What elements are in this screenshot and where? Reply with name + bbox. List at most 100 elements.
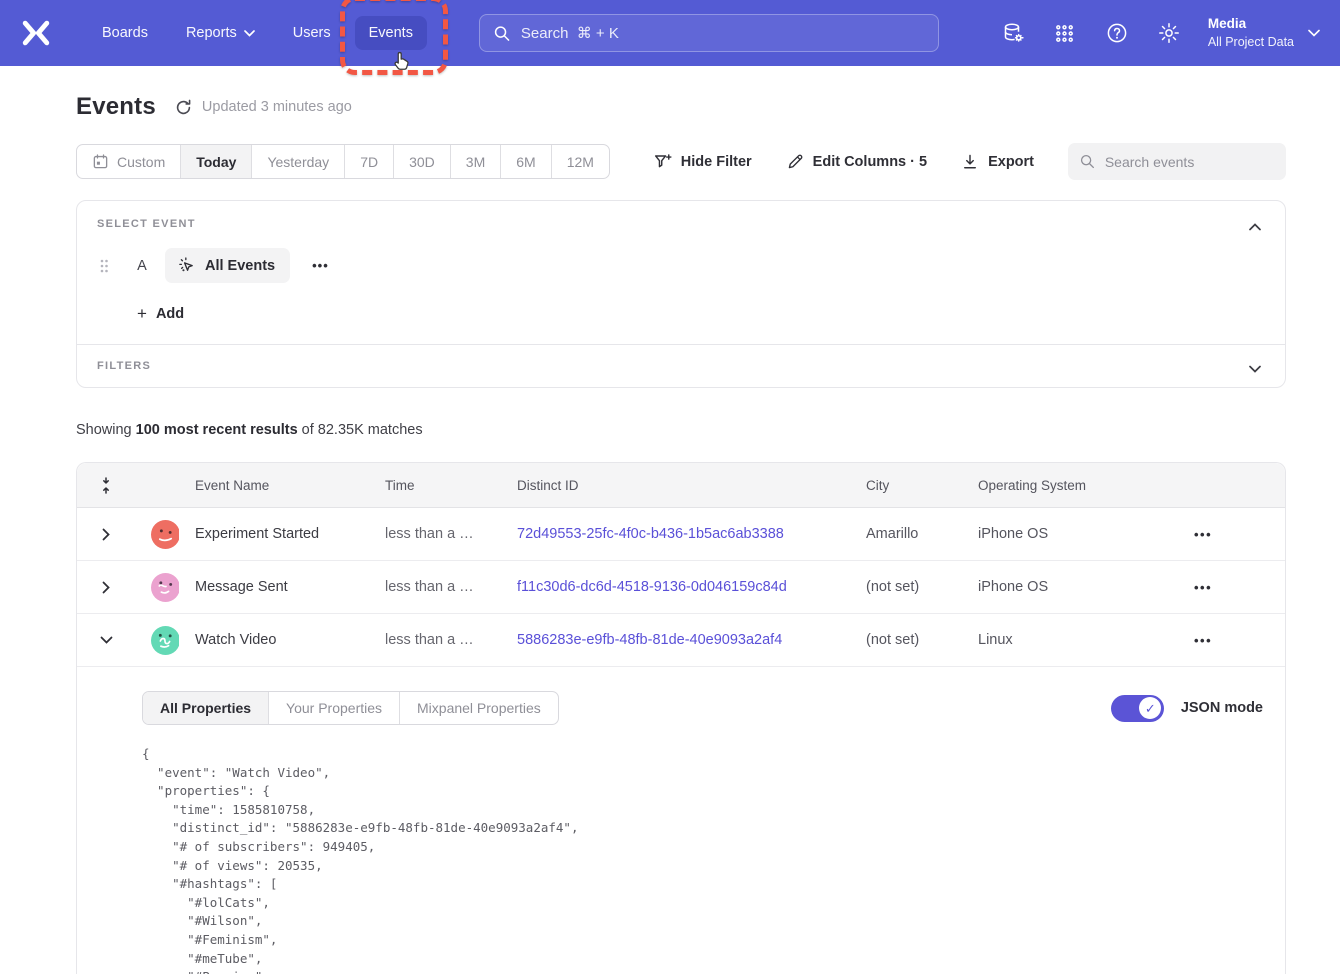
- search-events-input[interactable]: [1105, 154, 1274, 170]
- query-builder-card: SELECT EVENT A: [76, 200, 1286, 388]
- search-events-box[interactable]: [1068, 143, 1286, 180]
- os-cell: iPhone OS: [962, 526, 1176, 542]
- summary-suffix: of 82.35K matches: [298, 422, 423, 438]
- add-event-button[interactable]: + Add: [137, 305, 184, 322]
- filters-section[interactable]: FILTERS: [77, 345, 1285, 387]
- add-event-label: Add: [156, 306, 184, 322]
- time-cell: less than a min...: [369, 526, 501, 542]
- global-search[interactable]: [479, 14, 939, 52]
- col-os: Operating System: [962, 478, 1176, 493]
- event-avatar: [135, 626, 179, 655]
- table-row[interactable]: Experiment Started less than a min... 72…: [77, 508, 1285, 561]
- properties-tabs: All Properties Your Properties Mixpanel …: [142, 691, 559, 725]
- date-range-7d[interactable]: 7D: [345, 145, 394, 178]
- table-header: Event Name Time Distinct ID City Operati…: [77, 463, 1285, 508]
- export-button[interactable]: Export: [961, 153, 1034, 171]
- time-cell: less than a min...: [369, 579, 501, 595]
- table-row-expanded[interactable]: Watch Video less than a min... 5886283e-…: [77, 614, 1285, 667]
- event-selector-button[interactable]: All Events: [165, 248, 290, 283]
- col-distinct-id: Distinct ID: [501, 478, 850, 493]
- events-table: Event Name Time Distinct ID City Operati…: [76, 462, 1286, 974]
- select-event-section: SELECT EVENT A: [77, 201, 1285, 344]
- date-range-custom-label: Custom: [117, 154, 165, 170]
- collapse-section-button[interactable]: [1243, 215, 1267, 239]
- help-icon[interactable]: [1098, 14, 1136, 52]
- export-label: Export: [988, 154, 1034, 170]
- date-range-today[interactable]: Today: [181, 145, 252, 178]
- apps-grid-icon[interactable]: [1046, 14, 1084, 52]
- tab-all-properties[interactable]: All Properties: [143, 692, 269, 724]
- collapse-all-rows-icon[interactable]: [77, 477, 135, 494]
- filter-funnel-icon: [653, 152, 672, 171]
- date-range-3m[interactable]: 3M: [451, 145, 501, 178]
- navbar-actions: Media All Project Data: [994, 14, 1320, 52]
- json-mode-label: JSON mode: [1181, 700, 1263, 716]
- city-cell: (not set): [850, 632, 962, 648]
- event-row-letter: A: [133, 258, 151, 274]
- date-range-yesterday[interactable]: Yesterday: [252, 145, 345, 178]
- event-avatar: [135, 573, 179, 602]
- json-mode-toggle[interactable]: ✓: [1111, 695, 1164, 722]
- pencil-icon: [786, 153, 804, 171]
- results-summary: Showing 100 most recent results of 82.35…: [76, 422, 1286, 438]
- date-range-selector: Custom Today Yesterday 7D 30D 3M 6M 12M: [76, 144, 610, 179]
- os-cell: iPhone OS: [962, 579, 1176, 595]
- event-avatar: [135, 520, 179, 549]
- date-range-12m[interactable]: 12M: [552, 145, 609, 178]
- select-event-label: SELECT EVENT: [97, 218, 1265, 230]
- nav-item-events[interactable]: Events: [355, 16, 427, 50]
- top-navbar: Boards Reports Users Events: [0, 0, 1340, 66]
- expand-row-chevron-right-icon[interactable]: [77, 581, 135, 594]
- distinct-id-link[interactable]: 72d49553-25fc-4f0c-b436-1b5ac6ab3388: [501, 526, 850, 542]
- nav-item-reports[interactable]: Reports: [172, 16, 269, 50]
- city-cell: (not set): [850, 579, 962, 595]
- row-actions-button[interactable]: •••: [1194, 633, 1212, 648]
- col-city: City: [850, 478, 962, 493]
- summary-prefix: Showing: [76, 422, 136, 438]
- drag-handle-icon[interactable]: [97, 258, 111, 274]
- project-switcher[interactable]: Media All Project Data: [1208, 15, 1320, 50]
- primary-nav: Boards Reports Users Events: [88, 16, 427, 50]
- hide-filter-label: Hide Filter: [681, 154, 752, 170]
- expand-filters-button[interactable]: [1243, 357, 1267, 381]
- pointer-cursor-icon: [391, 50, 413, 72]
- col-event-name: Event Name: [179, 478, 369, 493]
- date-range-30d[interactable]: 30D: [394, 145, 451, 178]
- expand-row-chevron-right-icon[interactable]: [77, 528, 135, 541]
- row-actions-button[interactable]: •••: [1194, 580, 1212, 595]
- search-icon: [494, 25, 510, 42]
- nav-item-users[interactable]: Users: [279, 16, 345, 50]
- distinct-id-link[interactable]: f11c30d6-dc6d-4518-9136-0d046159c84d: [501, 579, 850, 595]
- refresh-icon[interactable]: [174, 98, 193, 117]
- event-selector-label: All Events: [205, 258, 275, 274]
- last-updated-text: Updated 3 minutes ago: [202, 99, 352, 115]
- tab-mixpanel-properties[interactable]: Mixpanel Properties: [400, 692, 558, 724]
- collapse-row-chevron-down-icon[interactable]: [77, 636, 135, 644]
- toggle-knob: ✓: [1139, 697, 1161, 719]
- hide-filter-button[interactable]: Hide Filter: [653, 152, 752, 171]
- edit-columns-button[interactable]: Edit Columns · 5: [786, 153, 927, 171]
- table-row[interactable]: Message Sent less than a min... f11c30d6…: [77, 561, 1285, 614]
- date-range-custom[interactable]: Custom: [77, 145, 181, 178]
- date-range-6m[interactable]: 6M: [501, 145, 551, 178]
- mixpanel-logo-icon[interactable]: [20, 18, 54, 48]
- check-icon: ✓: [1145, 702, 1156, 715]
- event-json-viewer[interactable]: { "event": "Watch Video", "properties": …: [142, 745, 1267, 974]
- event-row-more-button[interactable]: •••: [304, 254, 337, 277]
- edit-columns-label: Edit Columns · 5: [813, 154, 927, 170]
- distinct-id-link[interactable]: 5886283e-e9fb-48fb-81de-40e9093a2af4: [501, 632, 850, 648]
- search-icon: [1080, 153, 1095, 170]
- nav-item-reports-label: Reports: [186, 25, 237, 41]
- project-scope: All Project Data: [1208, 34, 1294, 51]
- global-search-input[interactable]: [521, 25, 924, 42]
- event-detail-panel: All Properties Your Properties Mixpanel …: [77, 667, 1285, 974]
- magic-cursor-icon: [177, 256, 196, 275]
- data-management-icon[interactable]: [994, 14, 1032, 52]
- download-icon: [961, 153, 979, 171]
- os-cell: Linux: [962, 632, 1176, 648]
- settings-gear-icon[interactable]: [1150, 14, 1188, 52]
- row-actions-button[interactable]: •••: [1194, 527, 1212, 542]
- tab-your-properties[interactable]: Your Properties: [269, 692, 400, 724]
- filters-label: FILTERS: [97, 360, 151, 372]
- nav-item-boards[interactable]: Boards: [88, 16, 162, 50]
